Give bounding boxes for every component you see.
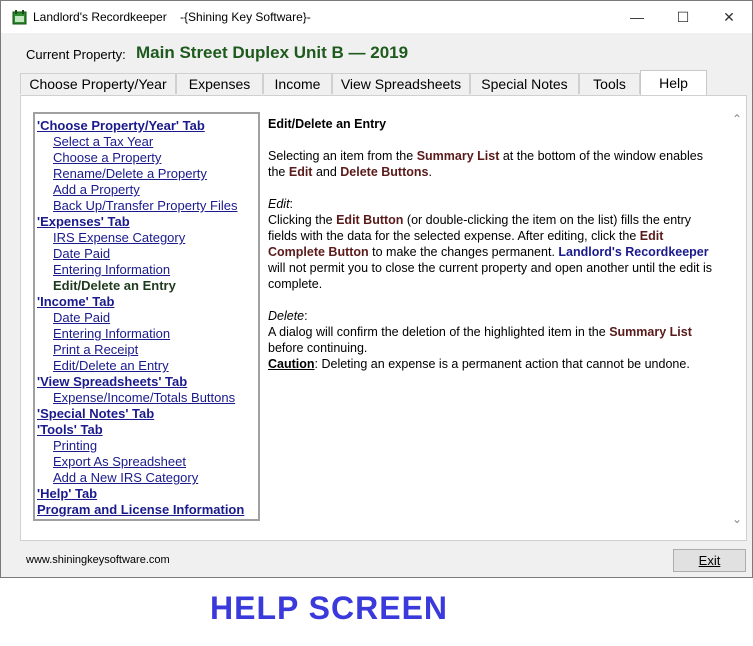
toc-item-choose-property[interactable]: Choose a Property (53, 150, 161, 165)
scroll-down-icon[interactable]: ⌄ (732, 512, 742, 526)
text-summary-list: Summary List (609, 325, 692, 339)
toc-item-irs-expense-category[interactable]: IRS Expense Category (53, 230, 185, 245)
toc-item-income-tab[interactable]: 'Income' Tab (37, 294, 114, 309)
text-delete-title: Delete (268, 309, 305, 323)
text-summary-list: Summary List (416, 149, 500, 163)
toc-item-select-tax-year[interactable]: Select a Tax Year (53, 134, 153, 149)
text: before continuing. (268, 341, 368, 355)
title-bar[interactable]: Landlord's Recordkeeper -{Shining Key So… (1, 1, 752, 33)
toc-item-expenses-edit-delete-current[interactable]: Edit/Delete an Entry (53, 278, 176, 293)
help-content: Edit/Delete an Entry Selecting an item f… (268, 116, 718, 372)
toc-item-tools-tab[interactable]: 'Tools' Tab (37, 422, 103, 437)
help-paragraph-edit: Clicking the Edit Button (or double-clic… (268, 212, 718, 292)
minimize-button[interactable]: — (614, 1, 660, 33)
close-button[interactable]: ✕ (706, 1, 752, 33)
current-property-label: Current Property: (26, 47, 126, 62)
text: will not permit you to close the current… (268, 261, 713, 291)
text-edit: Edit (288, 165, 313, 179)
text: . (428, 165, 432, 179)
website-url: www.shiningkeysoftware.com (26, 554, 170, 566)
toc-item-printing[interactable]: Printing (53, 438, 97, 453)
toc-item-program-license[interactable]: Program and License Information (37, 502, 244, 517)
text-caution: Caution (268, 357, 315, 371)
toc-item-totals-buttons[interactable]: Expense/Income/Totals Buttons (53, 390, 235, 405)
help-edit-title: Edit: (268, 196, 718, 212)
text: : (304, 309, 308, 323)
toc-item-backup-transfer[interactable]: Back Up/Transfer Property Files (53, 198, 237, 213)
help-paragraph-intro: Selecting an item from the Summary List … (268, 148, 718, 180)
text: Clicking the (268, 213, 337, 227)
tab-expenses[interactable]: Expenses (176, 73, 263, 94)
help-delete-title: Delete: (268, 308, 718, 324)
toc-item-special-notes-tab[interactable]: 'Special Notes' Tab (37, 406, 154, 421)
toc-item-expenses-tab[interactable]: 'Expenses' Tab (37, 214, 130, 229)
tab-view-spreadsheets[interactable]: View Spreadsheets (332, 73, 470, 94)
current-property-value: Main Street Duplex Unit B — 2019 (136, 43, 409, 62)
window-title: Landlord's Recordkeeper -{Shining Key So… (33, 10, 311, 24)
scroll-up-icon[interactable]: ⌃ (732, 112, 742, 126)
toc-item-export-spreadsheet[interactable]: Export As Spreadsheet (53, 454, 186, 469)
tab-special-notes[interactable]: Special Notes (470, 73, 579, 94)
screen-caption: HELP SCREEN (210, 590, 449, 626)
toc-item-income-edit-delete[interactable]: Edit/Delete an Entry (53, 358, 169, 373)
help-heading: Edit/Delete an Entry (268, 117, 387, 131)
toc-item-add-irs-category[interactable]: Add a New IRS Category (53, 470, 198, 485)
text: : (289, 197, 294, 211)
toc-item-help-tab[interactable]: 'Help' Tab (37, 486, 97, 501)
tab-help[interactable]: Help (640, 70, 707, 95)
text-delete-buttons: Delete Buttons (340, 165, 429, 179)
tab-choose-property-year[interactable]: Choose Property/Year (20, 73, 176, 94)
tab-income[interactable]: Income (263, 73, 332, 94)
text: and (312, 165, 341, 179)
toc-item-expenses-entering-information[interactable]: Entering Information (53, 262, 170, 277)
help-paragraph-delete: A dialog will confirm the deletion of th… (268, 324, 718, 356)
tab-tools[interactable]: Tools (579, 73, 640, 94)
toc-item-print-receipt[interactable]: Print a Receipt (53, 342, 138, 357)
text: Selecting an item from the (268, 149, 417, 163)
text-edit-button: Edit Button (336, 213, 404, 227)
text: A dialog will confirm the deletion of th… (268, 325, 610, 339)
help-panel: 'Choose Property/Year' Tab Select a Tax … (20, 95, 747, 541)
toc-item-rename-delete-property[interactable]: Rename/Delete a Property (53, 166, 207, 181)
toc-item-income-entering-information[interactable]: Entering Information (53, 326, 170, 341)
text: to make the changes permanent. (368, 245, 559, 259)
app-logo-icon (12, 10, 27, 25)
app-window: Landlord's Recordkeeper -{Shining Key So… (0, 0, 753, 578)
toc-item-add-property[interactable]: Add a Property (53, 182, 140, 197)
toc-item-expenses-date-paid[interactable]: Date Paid (53, 246, 110, 261)
exit-button[interactable]: Exit (673, 549, 746, 572)
toc-item-choose-property-year-tab[interactable]: 'Choose Property/Year' Tab (37, 118, 205, 133)
toc-item-view-spreadsheets-tab[interactable]: 'View Spreadsheets' Tab (37, 374, 187, 389)
help-topics-list: 'Choose Property/Year' Tab Select a Tax … (33, 112, 260, 521)
text-app-name: Landlord's Recordkeeper (558, 245, 709, 259)
maximize-button[interactable]: ☐ (660, 1, 706, 33)
text: : Deleting an expense is a permanent act… (314, 357, 690, 371)
help-paragraph-caution: Caution: Deleting an expense is a perman… (268, 356, 718, 372)
toc-item-income-date-paid[interactable]: Date Paid (53, 310, 110, 325)
text-edit-title: Edit (268, 197, 290, 211)
